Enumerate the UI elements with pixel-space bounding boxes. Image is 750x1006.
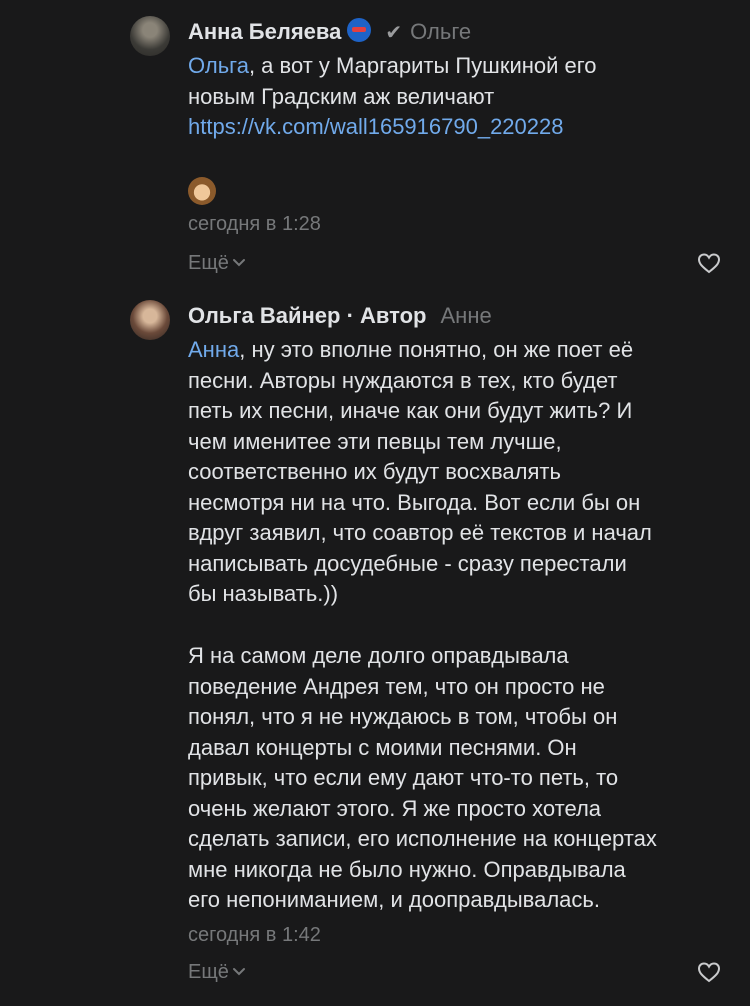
author-name[interactable]: Анна Беляева <box>188 19 341 44</box>
comment-text-line: его непониманием, и дооправдывалась. <box>188 887 600 912</box>
comment-text-line: Ольга, а вот у Маргариты Пушкиной его <box>188 53 597 78</box>
reply-to-name[interactable]: Анне <box>441 303 492 328</box>
comment-text-line: написывать досудебные - сразу перестали <box>188 551 627 576</box>
captain-emoji-icon <box>347 18 372 42</box>
url-link[interactable]: https://vk.com/wall165916790_220228 <box>188 112 563 143</box>
more-button[interactable]: Ещё <box>188 961 246 984</box>
avatar[interactable] <box>130 300 170 340</box>
comment-text-line: петь их песни, иначе как они будут жить?… <box>188 398 633 423</box>
comment-text-line: чем именитее эти певцы тем лучше, <box>188 429 562 454</box>
comment-text-line: мне никогда не было нужно. Оправдывала <box>188 857 626 882</box>
see-no-evil-monkey-icon <box>188 177 216 205</box>
mention-link[interactable]: Анна <box>188 337 239 362</box>
like-heart-icon[interactable] <box>697 961 721 983</box>
comment-text-line: сделать записи, его исполнение на концер… <box>188 826 657 851</box>
author-badge: Автор <box>360 303 427 328</box>
comment-text-line: песни. Авторы нуждаются в тех, кто будет <box>188 368 618 393</box>
chevron-down-icon <box>232 968 245 976</box>
reply-check-icon: ✔ <box>385 22 403 44</box>
comment-text-line: очень желают этого. Я же просто хотела <box>188 796 602 821</box>
avatar[interactable] <box>130 16 170 56</box>
comment-time[interactable]: сегодня в 1:42 <box>188 924 321 947</box>
chevron-down-icon <box>232 259 245 267</box>
comment-text-line: привык, что если ему дают что-то петь, т… <box>188 765 619 790</box>
comment-text-line: вдруг заявил, что соавтор её текстов и н… <box>188 520 652 545</box>
mention-link[interactable]: Ольга <box>188 53 249 78</box>
comment-text-line: несмотря ни на что. Выгода. Вот если бы … <box>188 490 641 515</box>
comment-text-line: понял, что я не нуждаюсь в том, чтобы он <box>188 704 618 729</box>
comment-text-line: бы называть.)) <box>188 581 339 606</box>
comment-text-line: поведение Андрея тем, что он просто не <box>188 674 605 699</box>
comment-header: Ольга Вайнер · Автор Анне <box>188 303 492 328</box>
author-name[interactable]: Ольга Вайнер <box>188 303 340 328</box>
comment-header: Анна Беляева ✔ Ольге <box>188 17 471 49</box>
comment-time[interactable]: сегодня в 1:28 <box>188 213 321 236</box>
like-heart-icon[interactable] <box>697 252 721 274</box>
more-button[interactable]: Ещё <box>188 252 246 275</box>
comment-text-line: новым Градским аж величают <box>188 84 495 109</box>
comment-text-line: Анна, ну это вполне понятно, он же поет … <box>188 337 634 362</box>
comment-text-line: Я на самом деле долго оправдывала <box>188 643 569 668</box>
comment-text-line: соответственно их будут восхвалять <box>188 459 561 484</box>
reply-to-name[interactable]: Ольге <box>410 19 471 44</box>
comment-text-line: давал концерты с моими песнями. Он <box>188 735 577 760</box>
